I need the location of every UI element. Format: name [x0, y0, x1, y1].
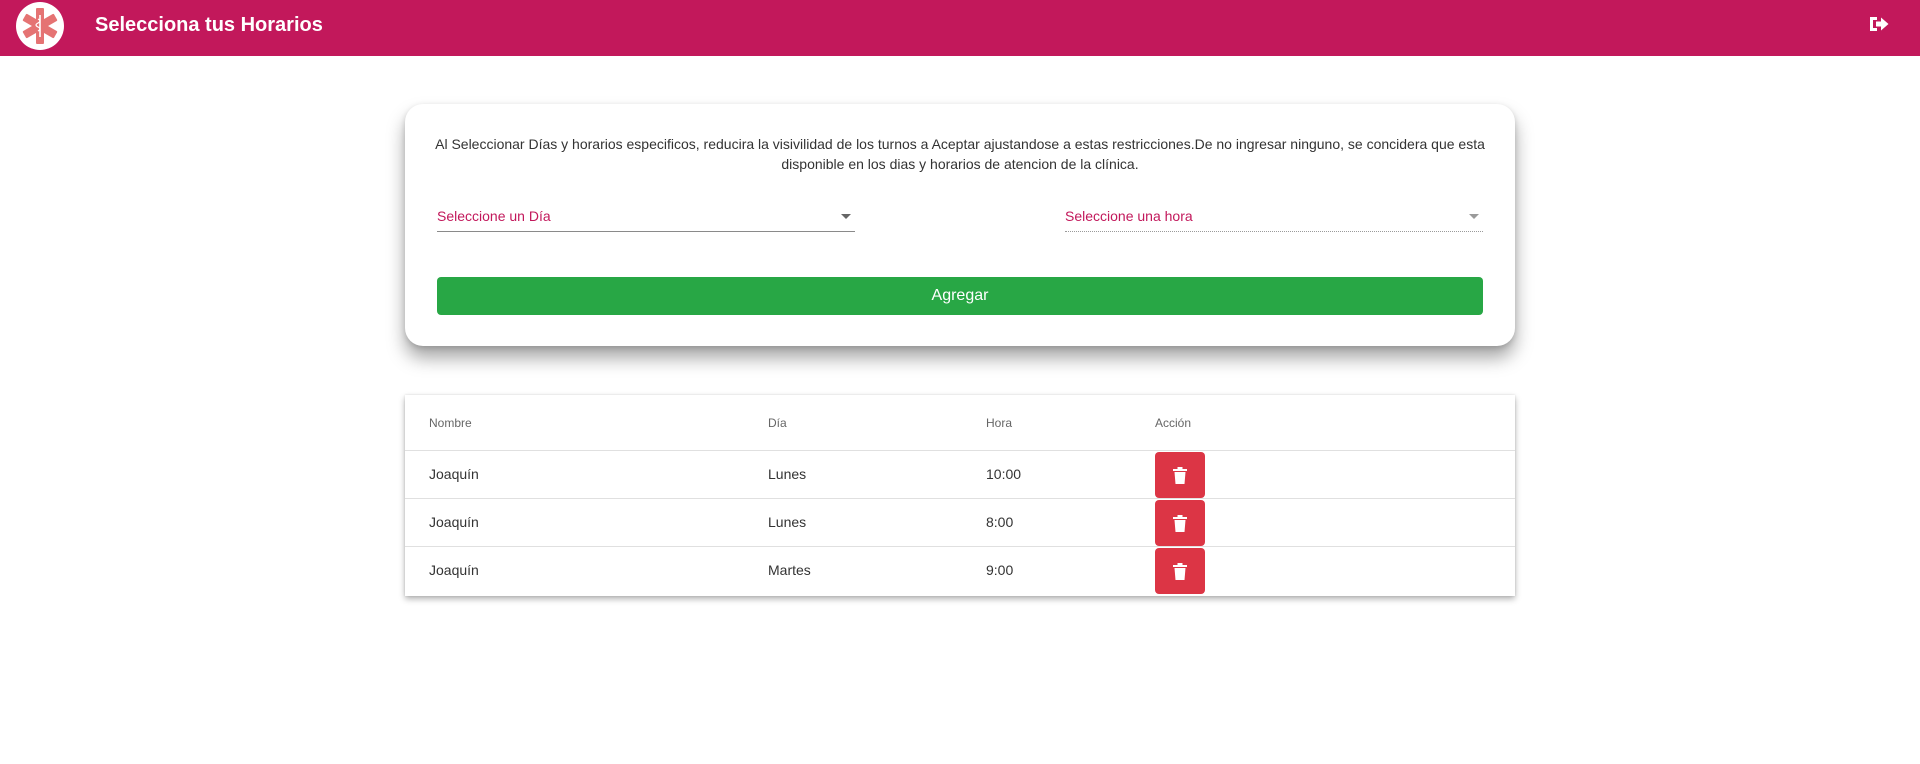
page-title: Selecciona tus Horarios: [95, 14, 323, 36]
logout-button[interactable]: [1866, 13, 1892, 35]
cell-hora: 8:00: [986, 514, 1014, 530]
column-header-accion: Acción: [1155, 416, 1192, 430]
schedule-form-card: Al Seleccionar Días y horarios especific…: [405, 104, 1515, 346]
cell-hora: 9:00: [986, 562, 1014, 578]
logo: [16, 2, 64, 50]
column-header-nombre: Nombre: [429, 416, 472, 430]
hour-select-label: Seleccione una hora: [1065, 208, 1193, 224]
column-header-hora: Hora: [986, 416, 1013, 430]
trash-icon: [1173, 466, 1187, 484]
day-select-label: Seleccione un Día: [437, 208, 551, 224]
table-row: Joaquín Lunes 8:00: [405, 499, 1515, 547]
table-header: Nombre Día Hora Acción: [405, 395, 1515, 451]
delete-button[interactable]: [1155, 548, 1205, 594]
sign-out-icon: [1870, 17, 1889, 31]
top-bar: Selecciona tus Horarios: [0, 0, 1920, 56]
hour-select[interactable]: Seleccione una hora: [1065, 202, 1483, 232]
cell-dia: Lunes: [768, 514, 807, 530]
chevron-down-icon: [841, 214, 851, 219]
chevron-down-icon: [1469, 214, 1479, 219]
cell-nombre: Joaquín: [429, 562, 479, 578]
delete-button[interactable]: [1155, 452, 1205, 498]
info-text: Al Seleccionar Días y horarios especific…: [435, 136, 1485, 172]
schedule-table: Nombre Día Hora Acción Joaquín Lunes 10:…: [405, 395, 1515, 596]
table-row: Joaquín Martes 9:00: [405, 547, 1515, 595]
cell-dia: Martes: [768, 562, 811, 578]
column-header-dia: Día: [768, 416, 787, 430]
day-select[interactable]: Seleccione un Día: [437, 202, 855, 232]
add-button[interactable]: Agregar: [437, 277, 1483, 315]
table-row: Joaquín Lunes 10:00: [405, 451, 1515, 499]
cell-nombre: Joaquín: [429, 466, 479, 482]
trash-icon: [1173, 514, 1187, 532]
medical-star-of-life-icon: [22, 8, 58, 44]
cell-hora: 10:00: [986, 466, 1022, 482]
cell-dia: Lunes: [768, 466, 807, 482]
delete-button[interactable]: [1155, 500, 1205, 546]
cell-nombre: Joaquín: [429, 514, 479, 530]
trash-icon: [1173, 562, 1187, 580]
